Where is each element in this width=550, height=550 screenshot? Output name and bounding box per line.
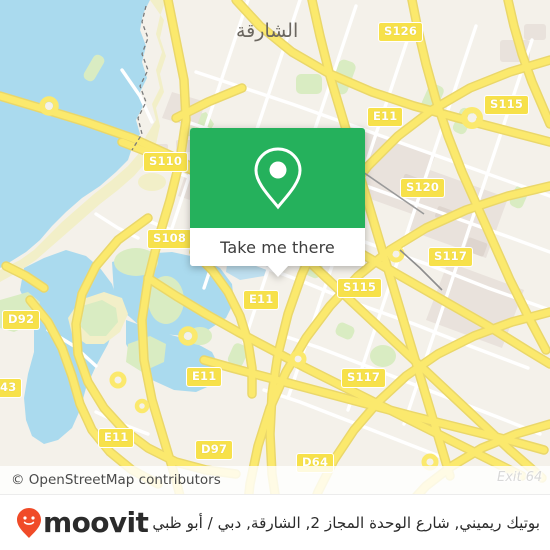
road-shield-d92: D92 [2, 310, 41, 330]
road-shield-43: 43 [0, 378, 23, 398]
road-shield-d97: D97 [195, 440, 234, 460]
callout-tail [266, 265, 289, 277]
footer-bar: moovit بوتيك ريميني, شارع الوحدة المجاز … [0, 494, 550, 550]
osm-attribution: © OpenStreetMap contributors [0, 466, 550, 494]
road-shield-s110: S110 [143, 152, 189, 172]
attribution-text: © OpenStreetMap contributors [11, 472, 221, 488]
road-shield-s117: S117 [428, 247, 474, 267]
take-me-there-button[interactable]: Take me there [190, 228, 365, 266]
road-shield-e11: E11 [243, 290, 280, 310]
road-shield-s120: S120 [400, 178, 446, 198]
road-shield-e11: E11 [186, 367, 223, 387]
location-callout[interactable]: Take me there [190, 128, 365, 277]
road-shield-e11: E11 [367, 107, 404, 127]
road-shield-s126: S126 [378, 22, 424, 42]
road-shield-s117: S117 [341, 368, 387, 388]
road-shield-s115: S115 [484, 95, 530, 115]
city-label-sharjah: الشارقة [236, 20, 299, 42]
map-pin-icon [252, 145, 304, 211]
map-screenshot: الشارقة Exit 64 S126S115E11S110S120S108S… [0, 0, 550, 550]
moovit-pin-icon [16, 507, 42, 539]
place-name: بوتيك ريميني, شارع الوحدة المجاز 2, الشا… [152, 513, 540, 532]
moovit-wordmark: moovit [43, 506, 149, 539]
callout-header [190, 128, 365, 228]
road-shield-s108: S108 [147, 229, 193, 249]
moovit-logo[interactable]: moovit [16, 506, 149, 539]
callout-body: Take me there [190, 128, 365, 266]
sand-patch-1 [138, 173, 166, 191]
road-shield-s115: S115 [337, 278, 383, 298]
road-shield-e11: E11 [98, 428, 135, 448]
